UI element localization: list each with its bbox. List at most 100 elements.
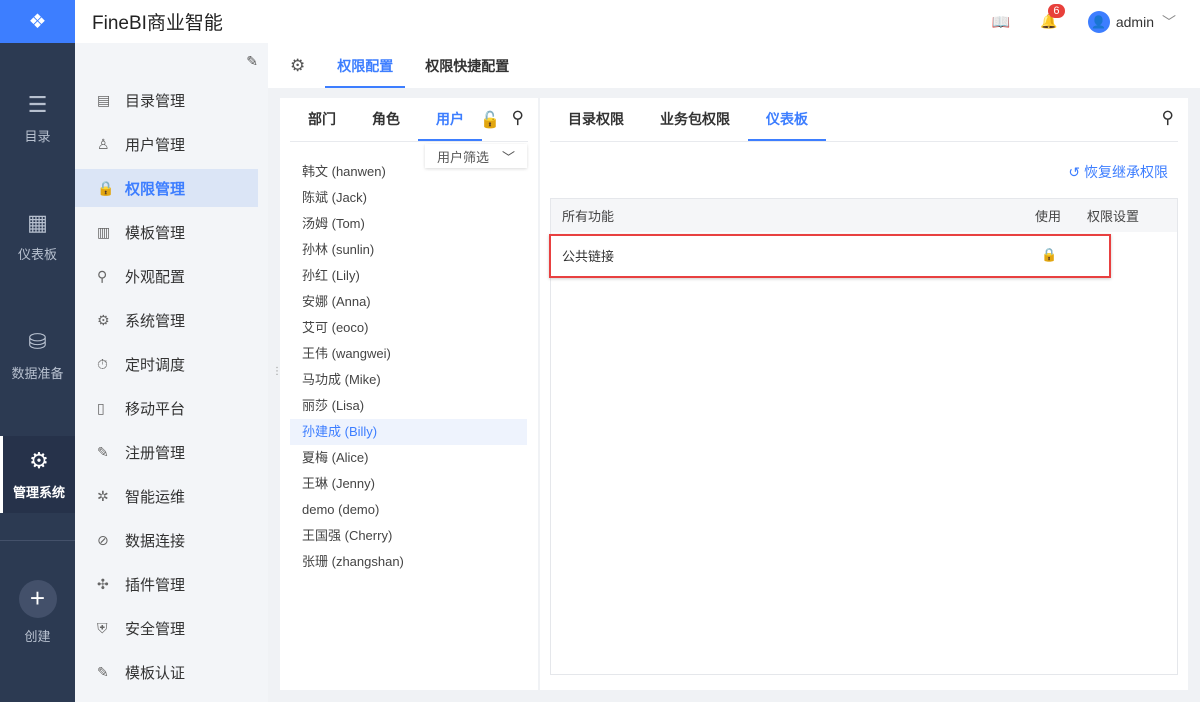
user-list-item[interactable]: 陈斌 (Jack) — [290, 185, 527, 211]
sidebar-item-label: 插件管理 — [125, 576, 186, 594]
sidebar-item[interactable]: ⛨ 安全管理 — [75, 609, 258, 647]
list-icon: ☰ — [27, 92, 48, 117]
tab-role[interactable]: 角色 — [354, 97, 418, 141]
sidebar-item-label: 目录管理 — [125, 92, 186, 110]
sidebar-icon: ✎ — [97, 663, 109, 680]
sidebar-item[interactable]: ✲ 智能运维 — [75, 477, 258, 515]
user-list-item[interactable]: 张珊 (zhangshan) — [290, 549, 527, 575]
avatar: 👤 — [1087, 10, 1110, 33]
sidebar-item[interactable]: ⏱ 定时调度 — [75, 345, 258, 383]
sidebar-icon: ✎ — [97, 443, 109, 460]
sidebar-item-label: 系统管理 — [125, 312, 186, 330]
rail-create[interactable]: + 创建 — [0, 580, 75, 645]
top-header: FineBI商业智能 📖 🔔 6 👤 admin ﹀ — [75, 0, 1200, 43]
rail-dashboard[interactable]: ▦ 仪表板 — [0, 210, 75, 263]
user-list-item[interactable]: 孙林 (sunlin) — [290, 237, 527, 263]
sidebar-item[interactable]: ▯ 移动平台 — [75, 389, 258, 427]
restore-inherit-button[interactable]: ↺ 恢复继承权限 — [1068, 162, 1168, 182]
user-list-item[interactable]: 马功成 (Mike) — [290, 367, 527, 393]
search-icon[interactable]: ⚲ — [1162, 108, 1174, 128]
sidebar-item[interactable]: ⚙ 系统管理 — [75, 301, 258, 339]
sidebar-icon: ▥ — [97, 223, 111, 240]
logo-icon[interactable]: ❖ — [0, 0, 75, 43]
sidebar-item[interactable]: ⚲ 外观配置 — [75, 257, 258, 295]
permission-panel: 目录权限 业务包权限 仪表板 ⚲ ↺ 恢复继承权限 所有功能 使用 权限设置 公… — [540, 98, 1188, 690]
sidebar-item-label: 注册管理 — [125, 444, 186, 462]
tab-package-permission[interactable]: 业务包权限 — [642, 97, 748, 141]
user-list-item[interactable]: 艾可 (eoco) — [290, 315, 527, 341]
user-list-item[interactable]: 韩文 (hanwen) — [290, 159, 527, 185]
resize-handle[interactable]: ⋮ — [272, 366, 282, 377]
rail-management[interactable]: ⚙ 管理系统 — [0, 436, 75, 513]
sidebar-icon: ⏱ — [97, 355, 108, 372]
sidebar-icon: ⛨ — [97, 619, 108, 636]
sidebar-item-label: 模板认证 — [125, 664, 186, 682]
user-list-item[interactable]: 孙红 (Lily) — [290, 263, 527, 289]
sidebar-icon: ♙ — [97, 135, 110, 152]
sidebar-item[interactable]: ✣ 插件管理 — [75, 565, 258, 603]
lock-icon[interactable]: 🔒 — [1041, 247, 1057, 263]
tab-catalog-permission[interactable]: 目录权限 — [550, 97, 642, 141]
app-title: FineBI商业智能 — [92, 13, 223, 34]
member-panel: 部门 角色 用户 🔓 ⚲ 用户筛选 ﹀ 韩文 (hanwen) 陈斌 (Jack) 汤… — [280, 98, 538, 690]
sidebar-item[interactable]: ▤ 目录管理 — [75, 81, 258, 119]
gear-icon: ⚙ — [29, 448, 49, 473]
user-list-item[interactable]: demo (demo) — [290, 497, 527, 523]
dashboard-icon: ▦ — [27, 210, 48, 235]
tab-dashboard[interactable]: 仪表板 — [748, 97, 826, 141]
user-list-item[interactable]: 王国强 (Cherry) — [290, 523, 527, 549]
user-list-item[interactable]: 王伟 (wangwei) — [290, 341, 527, 367]
sidebar-item-label: 定时调度 — [125, 356, 186, 374]
column-header: 使用 — [1035, 209, 1062, 224]
lock-batch-icon[interactable]: 🔓 — [480, 110, 500, 130]
user-list-item[interactable]: 丽莎 (Lisa) — [290, 393, 527, 419]
sidebar-icon: ✣ — [97, 575, 109, 592]
chevron-down-icon: ﹀ — [1162, 13, 1176, 30]
plus-icon: + — [18, 580, 57, 618]
sidebar-icon: ⊘ — [97, 531, 109, 548]
sidebar-item[interactable]: ▥ 模板管理 — [75, 213, 258, 251]
user-menu[interactable]: 👤 admin ﹀ — [1087, 10, 1176, 33]
sidebar-item[interactable]: ✎ 模板认证 — [75, 653, 258, 691]
tab-permission-config[interactable]: 权限配置 — [325, 43, 406, 88]
rail-data-prep[interactable]: ⛁ 数据准备 — [0, 329, 75, 382]
pin-icon[interactable]: ✎ — [246, 53, 258, 70]
undo-icon: ↺ — [1068, 164, 1081, 180]
rail-catalog[interactable]: ☰ 目录 — [0, 92, 75, 145]
sidebar-item-label: 智能运维 — [125, 488, 186, 506]
divider — [0, 540, 75, 541]
user-list-item[interactable]: 孙建成 (Billy) — [290, 419, 527, 445]
user-list-item[interactable]: 王琳 (Jenny) — [290, 471, 527, 497]
bell-button[interactable]: 🔔 6 — [1040, 4, 1065, 30]
sidebar-icon: ▯ — [97, 399, 105, 416]
user-list-item[interactable]: 安娜 (Anna) — [290, 289, 527, 315]
sidebar-item-label: 数据连接 — [125, 532, 186, 550]
sidebar-icon: ✲ — [97, 487, 109, 504]
user-list: 韩文 (hanwen) 陈斌 (Jack) 汤姆 (Tom) 孙林 (sunlin) 孙… — [290, 159, 527, 575]
highlight-box — [549, 234, 1111, 278]
user-list-item[interactable]: 汤姆 (Tom) — [290, 211, 527, 237]
sidebar-item-label: 移动平台 — [125, 400, 186, 418]
sidebar-item[interactable]: ✎ 注册管理 — [75, 433, 258, 471]
user-list-item[interactable]: 夏梅 (Alice) — [290, 445, 527, 471]
settings-icon[interactable]: ⚙ — [290, 56, 305, 76]
sidebar: ✎ ▤ 目录管理 ♙ 用户管理 🔒 权限管理 ▥ 模板管理 ⚲ 外观配置 ⚙ 系统管理 ⏱ 定时调度 ▯ 移动… — [75, 43, 268, 702]
search-icon[interactable]: ⚲ — [512, 108, 524, 128]
sidebar-item-label: 外观配置 — [125, 268, 186, 286]
sidebar-item-label: 安全管理 — [125, 620, 186, 638]
permission-table: 所有功能 使用 权限设置 公共链接 🔒 — [549, 198, 1178, 675]
tab-permission-quick-config[interactable]: 权限快捷配置 — [413, 43, 521, 88]
sidebar-item-label: 权限管理 — [125, 180, 186, 198]
sidebar-item[interactable]: ♙ 用户管理 — [75, 125, 258, 163]
tab-user[interactable]: 用户 — [418, 97, 482, 141]
tab-department[interactable]: 部门 — [290, 97, 354, 141]
book-icon[interactable]: 📖 — [992, 13, 1011, 31]
column-header: 所有功能 — [562, 209, 615, 224]
feature-name: 公共链接 — [562, 248, 615, 264]
column-header: 权限设置 — [1087, 209, 1140, 224]
table-row: 公共链接 🔒 — [549, 232, 1177, 278]
sidebar-item[interactable]: 🔒 权限管理 — [75, 169, 258, 207]
sidebar-icon: ⚙ — [97, 311, 110, 328]
sidebar-item[interactable]: ⊘ 数据连接 — [75, 521, 258, 559]
sidebar-icon: ⚲ — [97, 267, 108, 284]
